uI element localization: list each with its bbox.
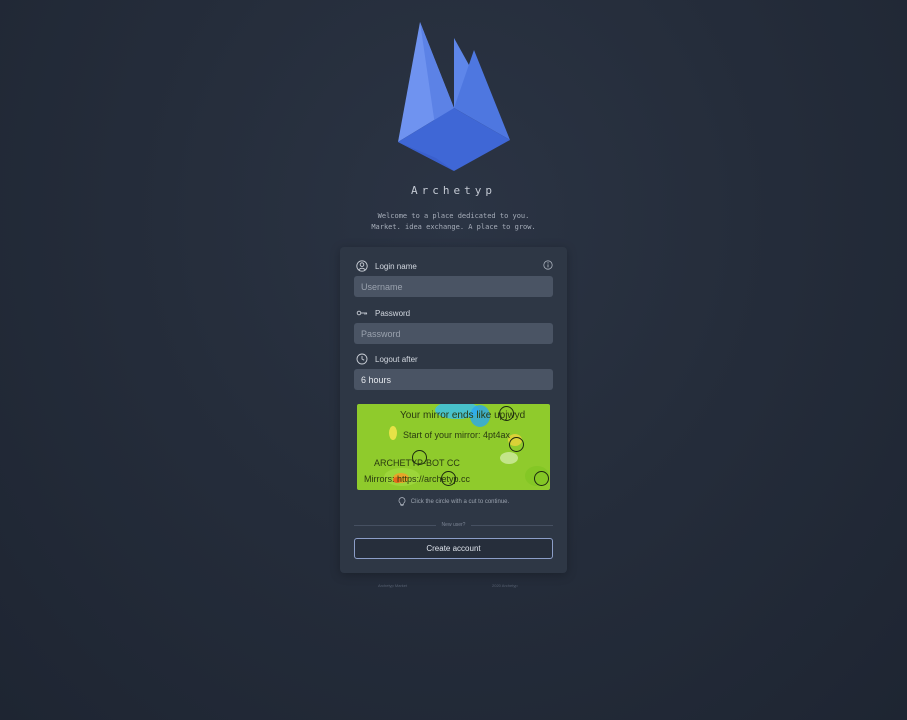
clock-icon [356, 353, 368, 365]
footer-right: 2020 Archetyp [492, 583, 518, 588]
password-input[interactable] [354, 323, 553, 344]
tagline-line-1: Welcome to a place dedicated to you. [377, 212, 530, 220]
username-input[interactable] [354, 276, 553, 297]
captcha-hint-text: Click the circle with a cut to continue. [410, 499, 510, 505]
logout-duration-select[interactable]: 6 hours [354, 369, 553, 390]
lightbulb-icon [398, 497, 406, 507]
captcha-circle[interactable] [534, 471, 549, 486]
footer-left: Archetyp Market [378, 583, 408, 588]
password-label-row: Password [356, 306, 410, 320]
archetyp-logo-icon [398, 22, 510, 171]
login-name-label: Login name [375, 261, 417, 271]
login-name-label-row: Login name [356, 259, 417, 273]
captcha-hint: Click the circle with a cut to continue. [340, 497, 567, 507]
captcha-circle[interactable] [412, 450, 427, 465]
tagline-line-2: Market. idea exchange. A place to grow. [371, 223, 536, 231]
brand-name: Archetyp [411, 184, 496, 197]
logout-label-row: Logout after [356, 352, 418, 366]
info-icon[interactable] [543, 260, 553, 270]
key-icon [356, 307, 368, 319]
captcha-circle[interactable] [499, 406, 514, 421]
captcha-circle[interactable] [441, 471, 456, 486]
login-card: Login name Password Logout after [340, 247, 567, 573]
create-account-button[interactable]: Create account [354, 538, 553, 559]
captcha-image: Your mirror ends like upjwyd Start of yo… [357, 404, 550, 490]
user-circle-icon [356, 260, 368, 272]
new-user-divider: New user? [354, 521, 553, 529]
logout-label: Logout after [375, 354, 418, 364]
captcha-line-2: Start of your mirror: 4pt4ax [403, 430, 511, 440]
logout-duration-value: 6 hours [361, 374, 392, 385]
new-user-text: New user? [441, 522, 466, 528]
captcha-circle[interactable] [509, 437, 524, 452]
password-label: Password [375, 308, 411, 318]
